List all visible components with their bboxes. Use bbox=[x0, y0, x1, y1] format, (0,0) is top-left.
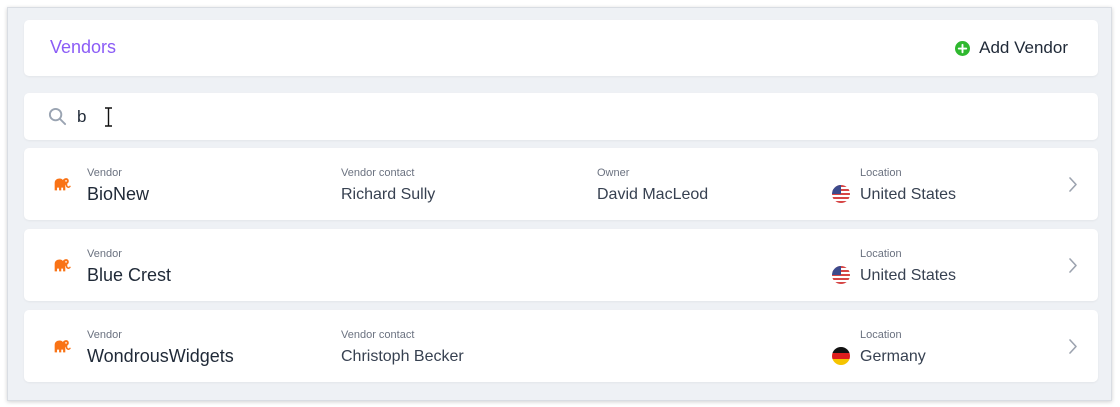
elephant-icon bbox=[51, 173, 73, 195]
page-header: Vendors Add Vendor bbox=[24, 20, 1098, 76]
search-bar bbox=[24, 93, 1098, 140]
search-input[interactable] bbox=[77, 104, 977, 129]
location-label: Location bbox=[860, 248, 902, 260]
chevron-right-icon bbox=[1068, 176, 1078, 193]
location-cell: Location United States bbox=[860, 167, 956, 205]
contact-cell: Vendor contact Richard Sully bbox=[341, 167, 435, 205]
us-flag-icon bbox=[832, 266, 850, 284]
chevron-right-icon bbox=[1068, 338, 1078, 355]
vendor-row-blue-crest[interactable]: Vendor Blue Crest Location United States bbox=[24, 229, 1098, 301]
chevron-right-icon bbox=[1068, 257, 1078, 274]
contact-cell: Vendor contact Christoph Becker bbox=[341, 329, 464, 367]
vendor-cell: Vendor Blue Crest bbox=[87, 248, 171, 285]
location-value: Germany bbox=[860, 348, 926, 365]
location-cell: Location Germany bbox=[860, 329, 926, 367]
location-cell: Location United States bbox=[860, 248, 956, 286]
owner-name: David MacLeod bbox=[597, 186, 709, 203]
location-label: Location bbox=[860, 167, 902, 179]
owner-label: Owner bbox=[597, 167, 630, 179]
contact-label: Vendor contact bbox=[341, 329, 415, 341]
add-vendor-label: Add Vendor bbox=[979, 38, 1068, 57]
vendor-cell: Vendor WondrousWidgets bbox=[87, 329, 234, 366]
vendor-cell: Vendor BioNew bbox=[87, 167, 149, 204]
plus-circle-icon bbox=[955, 40, 971, 56]
vendor-name: BioNew bbox=[87, 184, 150, 204]
vendor-name: Blue Crest bbox=[87, 265, 172, 285]
us-flag-icon bbox=[832, 185, 850, 203]
elephant-icon bbox=[51, 254, 73, 276]
vendor-label: Vendor bbox=[87, 329, 122, 341]
location-value: United States bbox=[860, 267, 957, 284]
vendor-row-bionew[interactable]: Vendor BioNew Vendor contact Richard Sul… bbox=[24, 148, 1098, 220]
vendors-panel: Vendors Add Vendor Vendor BioNew Vendor … bbox=[7, 7, 1112, 401]
germany-flag-icon bbox=[832, 347, 850, 365]
page-title: Vendors bbox=[50, 37, 117, 57]
vendor-label: Vendor bbox=[87, 167, 122, 179]
text-cursor-icon bbox=[105, 107, 112, 127]
vendor-row-wondrouswidgets[interactable]: Vendor WondrousWidgets Vendor contact Ch… bbox=[24, 310, 1098, 382]
vendor-label: Vendor bbox=[87, 248, 122, 260]
location-label: Location bbox=[860, 329, 902, 341]
contact-name: Christoph Becker bbox=[341, 348, 464, 365]
owner-cell: Owner David MacLeod bbox=[597, 167, 708, 205]
elephant-icon bbox=[51, 335, 73, 357]
location-value: United States bbox=[860, 186, 957, 203]
contact-label: Vendor contact bbox=[341, 167, 415, 179]
search-icon bbox=[48, 107, 67, 126]
vendor-name: WondrousWidgets bbox=[87, 346, 234, 366]
contact-name: Richard Sully bbox=[341, 186, 436, 203]
add-vendor-button[interactable]: Add Vendor bbox=[955, 37, 1068, 59]
